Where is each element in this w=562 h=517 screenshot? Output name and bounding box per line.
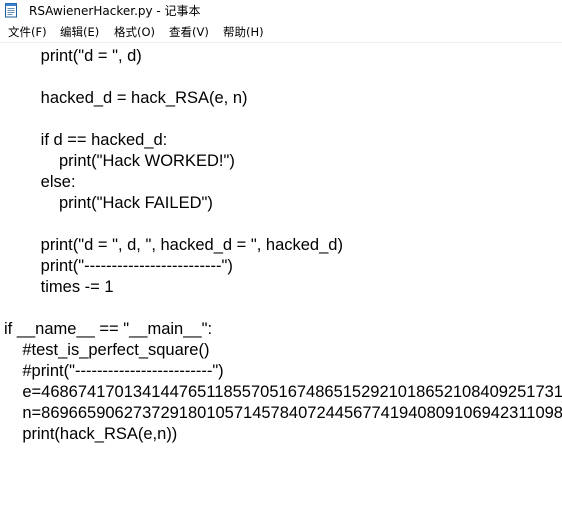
code-line: #print("-------------------------")	[4, 362, 224, 380]
code-line: times -= 1	[4, 278, 114, 296]
menu-view[interactable]: 查看(V)	[169, 25, 209, 40]
code-line: hacked_d = hack_RSA(e, n)	[4, 89, 248, 107]
code-line: if __name__ == "__main__":	[4, 320, 213, 338]
code-line: print("Hack WORKED!")	[4, 152, 235, 170]
menu-bar: 文件(F) 编辑(E) 格式(O) 查看(V) 帮助(H)	[0, 22, 562, 43]
menu-format[interactable]: 格式(O)	[114, 25, 155, 40]
text-editor[interactable]: print("d = ", d) hacked_d = hack_RSA(e, …	[0, 43, 562, 517]
code-line: print("d = ", d)	[4, 47, 142, 65]
window-title: RSAwienerHacker.py - 记事本	[29, 4, 201, 18]
notepad-window: RSAwienerHacker.py - 记事本 文件(F) 编辑(E) 格式(…	[0, 0, 562, 517]
menu-help[interactable]: 帮助(H)	[223, 25, 264, 40]
title-bar[interactable]: RSAwienerHacker.py - 记事本	[0, 0, 562, 22]
notepad-icon[interactable]	[3, 2, 19, 18]
code-line: #test_is_perfect_square()	[4, 341, 210, 359]
menu-edit[interactable]: 编辑(E)	[60, 25, 99, 40]
code-line: print("-------------------------")	[4, 257, 233, 275]
code-line: else:	[4, 173, 76, 191]
code-line: if d == hacked_d:	[4, 131, 168, 149]
code-line: print("Hack FAILED")	[4, 194, 213, 212]
code-line: n=86966590627372918010571457840724456774…	[4, 404, 562, 422]
menu-file[interactable]: 文件(F)	[8, 25, 47, 40]
code-line: print(hack_RSA(e,n))	[4, 425, 178, 443]
code-line: e=46867417013414476511855705167486515292…	[4, 383, 562, 401]
code-line: print("d = ", d, ", hacked_d = ", hacked…	[4, 236, 343, 254]
